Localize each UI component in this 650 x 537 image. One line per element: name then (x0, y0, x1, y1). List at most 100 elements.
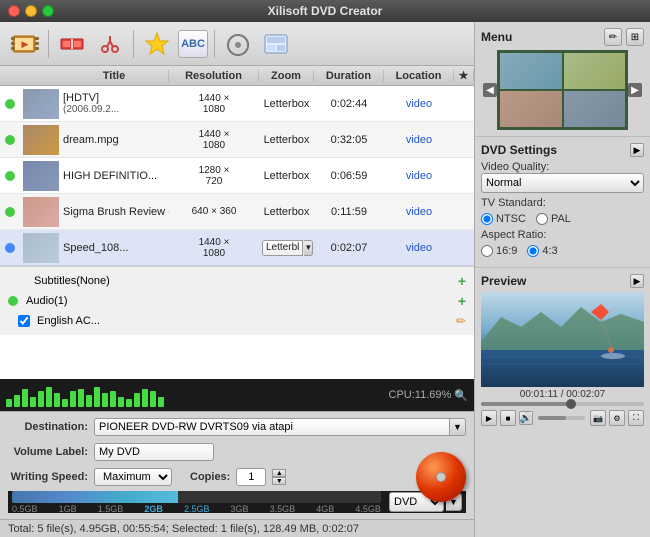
volume-label: Volume Label: (8, 446, 88, 458)
row5-location[interactable]: video (384, 242, 454, 254)
menu-preview-container: ◀ ▶ (481, 50, 644, 130)
row2-check[interactable] (0, 135, 20, 145)
waveform-bar (22, 389, 28, 407)
speed-select[interactable]: Maximum 4x 8x (94, 468, 172, 486)
writing-speed-label: Writing Speed: (8, 471, 88, 483)
add-audio-button[interactable]: + (458, 293, 466, 309)
ratio-169-label: 16:9 (496, 245, 517, 257)
ntsc-radio-item[interactable]: NTSC (481, 213, 526, 225)
volume-input[interactable] (94, 443, 214, 461)
label-1gb: 1GB (59, 504, 77, 514)
disc-icon-area (416, 452, 466, 502)
minimize-button[interactable] (25, 5, 37, 17)
preview-expand[interactable]: ▶ (630, 274, 644, 288)
quality-select[interactable]: Normal High Low (481, 173, 644, 193)
volume-icon[interactable]: 🔊 (519, 411, 533, 425)
copies-up[interactable]: ▲ (272, 469, 286, 477)
waveform-bar (118, 397, 124, 407)
settings-button[interactable]: ⚙ (609, 410, 625, 426)
row5-check[interactable] (0, 243, 20, 253)
menu-edit-icon[interactable]: ✏ (604, 28, 622, 46)
disc-icon (416, 452, 466, 502)
header-resolution[interactable]: Resolution (169, 70, 259, 82)
pal-label: PAL (551, 213, 571, 225)
waveform-bar (70, 391, 76, 407)
snapshot-button[interactable]: 📷 (590, 410, 606, 426)
ratio-169-item[interactable]: 16:9 (481, 245, 517, 257)
destination-input[interactable] (94, 418, 450, 436)
add-subtitle-button[interactable]: + (458, 273, 466, 289)
waveform-bar (14, 395, 20, 407)
waveform-bar (30, 397, 36, 407)
subtitles-row: Subtitles(None) + (8, 271, 466, 291)
row1-location[interactable]: video (384, 98, 454, 110)
close-button[interactable] (8, 5, 20, 17)
preview-section: Preview ▶ (475, 268, 650, 537)
video-quality-row: Video Quality: (481, 161, 644, 173)
row5-title: Speed_108... (60, 242, 169, 254)
english-checkbox[interactable] (18, 315, 30, 327)
menu-thumb-4 (564, 91, 626, 127)
aspect-ratio-radio-group: 16:9 4:3 (481, 245, 644, 257)
ratio-43-radio[interactable] (527, 245, 539, 257)
stop-button[interactable]: ■ (500, 410, 516, 426)
preview-title: Preview (481, 274, 526, 288)
cpu-label: CPU:11.69% (389, 389, 452, 401)
ratio-43-item[interactable]: 4:3 (527, 245, 557, 257)
row5-zoom[interactable]: Letterbl ▼ (259, 240, 314, 256)
label-35gb: 3.5GB (270, 504, 296, 514)
copies-down[interactable]: ▼ (272, 477, 286, 485)
preview-progress-bar[interactable] (481, 402, 644, 406)
edit-english-button[interactable]: ✏ (456, 314, 466, 328)
ratio-43-label: 4:3 (542, 245, 557, 257)
row2-zoom: Letterbox (259, 134, 314, 146)
menu-template-button[interactable] (259, 27, 293, 61)
table-row[interactable]: Sigma Brush Review + ... 640 × 360 Lette… (0, 194, 474, 230)
row4-check[interactable] (0, 207, 20, 217)
cut-button[interactable] (55, 27, 89, 61)
table-row[interactable]: dream.mpg 1440 × 1080 Letterbox 0:32:05 … (0, 122, 474, 158)
header-location[interactable]: Location (384, 70, 454, 82)
table-row[interactable]: HIGH DEFINITIO... 1280 × 720 Letterbox 0… (0, 158, 474, 194)
speed-select-group: Maximum 4x 8x (94, 468, 172, 486)
audio-row: Audio(1) + (8, 291, 466, 311)
zoom-dropdown-arrow[interactable]: ▼ (304, 240, 313, 256)
menu-grid-icon[interactable]: ⊞ (626, 28, 644, 46)
row2-location[interactable]: video (384, 134, 454, 146)
menu-next-arrow[interactable]: ▶ (628, 83, 642, 97)
maximize-button[interactable] (42, 5, 54, 17)
row1-check[interactable] (0, 99, 20, 109)
ntsc-radio[interactable] (481, 213, 493, 225)
pal-radio[interactable] (536, 213, 548, 225)
waveform-bar (46, 387, 52, 407)
dvd-settings-expand[interactable]: ▶ (630, 143, 644, 157)
play-button[interactable]: ▶ (481, 410, 497, 426)
row1-thumb (20, 89, 60, 119)
row4-location[interactable]: video (384, 206, 454, 218)
menu-prev-arrow[interactable]: ◀ (483, 83, 497, 97)
waveform-bar (142, 389, 148, 407)
scissors-button[interactable] (93, 27, 127, 61)
copies-input-group: ▲ ▼ (236, 468, 286, 486)
header-zoom[interactable]: Zoom (259, 70, 314, 82)
table-row[interactable]: [HDTV] (2006.09.2... 1440 × 1080 Letterb… (0, 86, 474, 122)
table-row-selected[interactable]: Speed_108... 1440 × 1080 Letterbl ▼ 0:02… (0, 230, 474, 266)
header-duration[interactable]: Duration (314, 70, 384, 82)
pal-radio-item[interactable]: PAL (536, 213, 571, 225)
destination-dropdown-arrow[interactable]: ▼ (450, 418, 466, 436)
row3-location[interactable]: video (384, 170, 454, 182)
file-list-header: Title Resolution Zoom Duration Location … (0, 66, 474, 86)
ratio-169-radio[interactable] (481, 245, 493, 257)
cpu-icon[interactable]: 🔍 (454, 389, 468, 402)
row3-check[interactable] (0, 171, 20, 181)
burn-button[interactable] (221, 27, 255, 61)
volume-slider[interactable] (538, 416, 585, 420)
header-title[interactable]: Title (60, 70, 169, 82)
fullscreen-button[interactable]: ⛶ (628, 410, 644, 426)
subtitles-button[interactable]: ABC (178, 30, 208, 58)
add-video-button[interactable]: ▶ (8, 27, 42, 61)
copies-input[interactable] (236, 468, 266, 486)
effects-button[interactable] (140, 27, 174, 61)
header-star[interactable]: ★ (454, 69, 474, 82)
preview-progress-thumb[interactable] (566, 399, 576, 409)
